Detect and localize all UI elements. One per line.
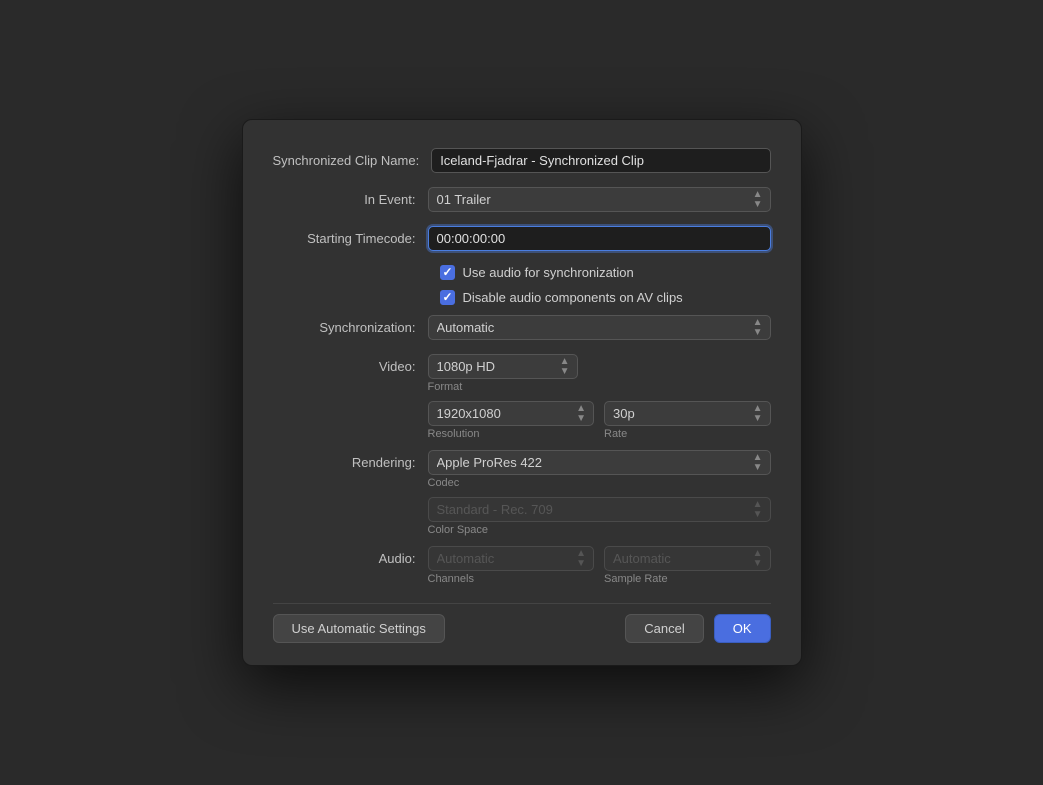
- audio-label: Audio:: [273, 546, 428, 566]
- channels-select[interactable]: AutomaticStereoMonoSurround: [428, 546, 595, 571]
- colorspace-select[interactable]: Standard - Rec. 709Wide Gamut HDR: [428, 497, 771, 522]
- colorspace-select-wrapper: Standard - Rec. 709Wide Gamut HDR ▲▼: [428, 497, 771, 522]
- footer-right-buttons: Cancel OK: [625, 614, 770, 643]
- in-event-select[interactable]: 01 Trailer02 Main03 Extras: [428, 187, 771, 212]
- audio-samplerate-item: Automatic44.1 kHz48 kHz96 kHz ▲▼ Sample …: [604, 546, 771, 585]
- rendering-row: Rendering: Apple ProRes 422Apple ProRes …: [273, 450, 771, 536]
- ok-button[interactable]: OK: [714, 614, 771, 643]
- audio-row: Audio: AutomaticStereoMonoSurround ▲▼ Ch…: [273, 546, 771, 585]
- synchronization-select-wrapper: AutomaticManual ▲▼: [428, 315, 771, 340]
- disable-audio-label[interactable]: Disable audio components on AV clips: [463, 290, 683, 305]
- resolution-hint: Resolution: [428, 428, 595, 440]
- use-automatic-button[interactable]: Use Automatic Settings: [273, 614, 445, 643]
- channels-select-wrapper: AutomaticStereoMonoSurround ▲▼: [428, 546, 595, 571]
- channels-hint: Channels: [428, 573, 595, 585]
- timecode-input[interactable]: [428, 226, 771, 251]
- rendering-label: Rendering:: [273, 450, 428, 470]
- synchronization-control: AutomaticManual ▲▼: [428, 315, 771, 340]
- video-resolution-item: 1920x10801280x7203840x2160 ▲▼ Resolution: [428, 401, 595, 440]
- video-sub-group: 1920x10801280x7203840x2160 ▲▼ Resolution…: [428, 401, 771, 440]
- synchronization-select[interactable]: AutomaticManual: [428, 315, 771, 340]
- use-audio-sync-checkbox[interactable]: [440, 265, 455, 280]
- audio-channels-item: AutomaticStereoMonoSurround ▲▼ Channels: [428, 546, 595, 585]
- synchronization-label: Synchronization:: [273, 320, 428, 335]
- use-audio-sync-label[interactable]: Use audio for synchronization: [463, 265, 634, 280]
- clip-name-row: Synchronized Clip Name:: [273, 148, 771, 173]
- video-label: Video:: [273, 354, 428, 374]
- audio-control: AutomaticStereoMonoSurround ▲▼ Channels …: [428, 546, 771, 585]
- disable-audio-checkbox[interactable]: [440, 290, 455, 305]
- in-event-label: In Event:: [273, 192, 428, 207]
- rendering-control: Apple ProRes 422Apple ProRes 4444H.264 ▲…: [428, 450, 771, 536]
- video-row: Video: 1080p HD720p HD4K UHD ▲▼ Format 1…: [273, 354, 771, 440]
- audio-sub-group: AutomaticStereoMonoSurround ▲▼ Channels …: [428, 546, 771, 585]
- use-audio-sync-row: Use audio for synchronization: [273, 265, 771, 280]
- in-event-select-wrapper: 01 Trailer02 Main03 Extras ▲▼: [428, 187, 771, 212]
- timecode-label: Starting Timecode:: [273, 231, 428, 246]
- codec-select[interactable]: Apple ProRes 422Apple ProRes 4444H.264: [428, 450, 771, 475]
- video-control: 1080p HD720p HD4K UHD ▲▼ Format 1920x108…: [428, 354, 771, 440]
- disable-audio-row: Disable audio components on AV clips: [273, 290, 771, 305]
- in-event-control: 01 Trailer02 Main03 Extras ▲▼: [428, 187, 771, 212]
- rate-hint: Rate: [604, 428, 771, 440]
- codec-select-wrapper: Apple ProRes 422Apple ProRes 4444H.264 ▲…: [428, 450, 771, 475]
- timecode-row: Starting Timecode:: [273, 226, 771, 251]
- samplerate-hint: Sample Rate: [604, 573, 771, 585]
- clip-name-input[interactable]: [431, 148, 770, 173]
- video-format-hint: Format: [428, 381, 771, 393]
- in-event-row: In Event: 01 Trailer02 Main03 Extras ▲▼: [273, 187, 771, 212]
- dialog: Synchronized Clip Name: In Event: 01 Tra…: [242, 119, 802, 666]
- resolution-select-wrapper: 1920x10801280x7203840x2160 ▲▼: [428, 401, 595, 426]
- timecode-control: [428, 226, 771, 251]
- samplerate-select-wrapper: Automatic44.1 kHz48 kHz96 kHz ▲▼: [604, 546, 771, 571]
- clip-name-control: [431, 148, 770, 173]
- video-format-select-wrapper: 1080p HD720p HD4K UHD ▲▼: [428, 354, 578, 379]
- rate-select-wrapper: 23.98p24p25p29.97p30p60p ▲▼: [604, 401, 771, 426]
- clip-name-label: Synchronized Clip Name:: [273, 153, 432, 168]
- samplerate-select[interactable]: Automatic44.1 kHz48 kHz96 kHz: [604, 546, 771, 571]
- dialog-footer: Use Automatic Settings Cancel OK: [273, 603, 771, 643]
- cancel-button[interactable]: Cancel: [625, 614, 703, 643]
- rate-select[interactable]: 23.98p24p25p29.97p30p60p: [604, 401, 771, 426]
- video-rate-item: 23.98p24p25p29.97p30p60p ▲▼ Rate: [604, 401, 771, 440]
- colorspace-hint: Color Space: [428, 524, 771, 536]
- resolution-select[interactable]: 1920x10801280x7203840x2160: [428, 401, 595, 426]
- synchronization-row: Synchronization: AutomaticManual ▲▼: [273, 315, 771, 340]
- video-format-select[interactable]: 1080p HD720p HD4K UHD: [428, 354, 578, 379]
- codec-hint: Codec: [428, 477, 771, 489]
